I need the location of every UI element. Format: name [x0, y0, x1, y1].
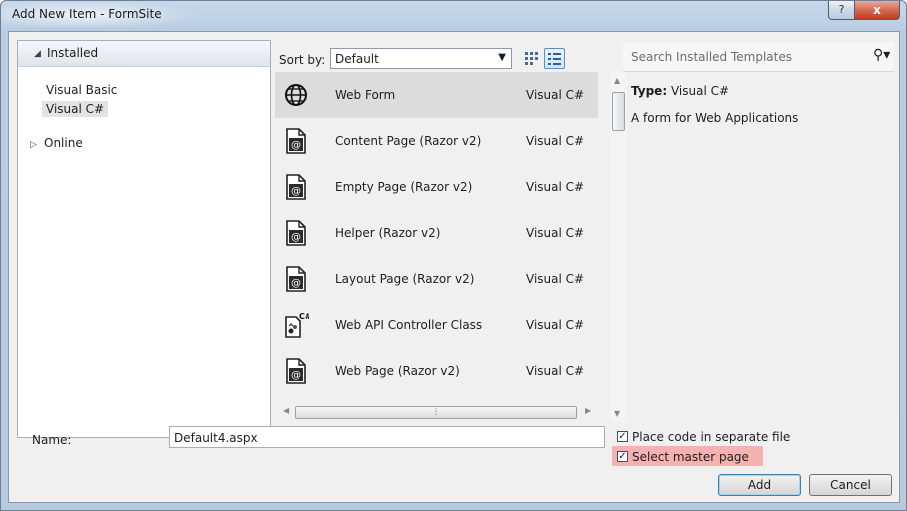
small-icons-view-button[interactable] — [521, 48, 542, 69]
place-code-checkbox[interactable]: ✓ — [617, 431, 628, 442]
search-templates-box[interactable]: Search Installed Templates ⚲▾ — [623, 42, 894, 72]
template-language: Visual C# — [526, 180, 585, 194]
dialog-body: ◢ Installed Visual Basic Visual C# ▷ Onl… — [8, 31, 900, 503]
template-name: Web API Controller Class — [335, 318, 483, 332]
sort-by-label: Sort by: — [279, 53, 326, 67]
master-page-checkbox[interactable]: ✓ — [617, 451, 628, 462]
name-label: Name: — [32, 433, 72, 447]
tree-node-installed[interactable]: ◢ Installed — [18, 41, 270, 67]
scroll-right-icon[interactable]: ▶ — [585, 406, 591, 415]
razor-page-icon: @ — [283, 265, 309, 293]
template-name: Content Page (Razor v2) — [335, 134, 482, 148]
tree-node-online[interactable]: Online — [44, 136, 83, 150]
master-page-label: Select master page — [632, 450, 749, 464]
template-language: Visual C# — [526, 318, 585, 332]
svg-text:@: @ — [291, 232, 301, 243]
razor-page-icon: @ — [283, 127, 309, 155]
template-row[interactable]: @ Web Page (Razor v2) Visual C# — [275, 348, 598, 394]
razor-page-icon: @ — [283, 173, 309, 201]
template-list: Web Form Visual C# @ Content Page (Razor v2… — [275, 72, 598, 422]
name-field-value: Default4.aspx — [174, 431, 258, 445]
template-row[interactable]: @ Empty Page (Razor v2) Visual C# — [275, 164, 598, 210]
template-name: Web Form — [335, 88, 396, 102]
template-category-tree: ◢ Installed Visual Basic Visual C# ▷ Onl… — [17, 40, 271, 438]
installed-label: Installed — [47, 46, 99, 60]
sort-by-value: Default — [335, 52, 379, 66]
template-name: Empty Page (Razor v2) — [335, 180, 473, 194]
help-button[interactable]: ? — [828, 1, 855, 20]
list-view-icon — [548, 53, 561, 65]
template-row[interactable]: @ Helper (Razor v2) Visual C# — [275, 210, 598, 256]
template-language: Visual C# — [526, 364, 585, 378]
template-name: Helper (Razor v2) — [335, 226, 441, 240]
template-name: Layout Page (Razor v2) — [335, 272, 475, 286]
add-button[interactable]: Add — [718, 474, 801, 496]
template-row[interactable]: @ Content Page (Razor v2) Visual C# — [275, 118, 598, 164]
template-language: Visual C# — [526, 88, 585, 102]
scroll-left-icon[interactable]: ◀ — [283, 406, 289, 415]
svg-text:@: @ — [291, 278, 301, 289]
scroll-thumb[interactable] — [612, 92, 625, 131]
search-placeholder: Search Installed Templates — [631, 50, 792, 64]
type-value: Visual C# — [670, 84, 730, 98]
web-form-icon — [283, 81, 309, 109]
tree-item-visual-basic[interactable]: Visual Basic — [46, 83, 117, 97]
collapsed-arrow-icon[interactable]: ▷ — [30, 140, 37, 150]
place-code-label: Place code in separate file — [632, 430, 791, 444]
template-row[interactable]: C# Web API Controller Class Visual C# — [275, 302, 598, 348]
csharp-class-icon: C# — [283, 311, 312, 339]
razor-page-icon: @ — [283, 357, 309, 385]
horizontal-scrollbar[interactable]: ◀ ⋮ ▶ — [275, 403, 598, 420]
template-type: Type: Visual C# — [631, 84, 729, 98]
template-language: Visual C# — [526, 272, 585, 286]
tree-item-visual-csharp[interactable]: Visual C# — [42, 101, 109, 117]
search-icon[interactable]: ⚲▾ — [873, 47, 890, 63]
svg-text:@: @ — [291, 186, 301, 197]
template-description: A form for Web Applications — [631, 111, 799, 125]
svg-text:@: @ — [291, 370, 301, 381]
add-new-item-dialog: Add New Item - FormSite ? x ◢ Installed … — [0, 0, 907, 511]
type-label: Type: — [631, 84, 668, 98]
window-title: Add New Item - FormSite — [12, 7, 162, 21]
horizontal-scroll-thumb[interactable]: ⋮ — [295, 406, 577, 419]
template-name: Web Page (Razor v2) — [335, 364, 460, 378]
template-language: Visual C# — [526, 226, 585, 240]
template-language: Visual C# — [526, 134, 585, 148]
razor-page-icon: @ — [283, 219, 309, 247]
grid-view-icon — [525, 52, 538, 65]
expanded-arrow-icon[interactable]: ◢ — [34, 49, 41, 59]
close-button[interactable]: x — [854, 1, 900, 20]
svg-text:C#: C# — [299, 312, 309, 321]
cancel-button[interactable]: Cancel — [809, 474, 892, 496]
template-row[interactable]: @ Layout Page (Razor v2) Visual C# — [275, 256, 598, 302]
title-bar: Add New Item - FormSite ? x — [1, 1, 906, 29]
svg-text:@: @ — [291, 140, 301, 151]
scroll-down-icon[interactable]: ▼ — [614, 409, 620, 418]
name-field[interactable]: Default4.aspx — [169, 426, 605, 448]
scroll-up-icon[interactable]: ▲ — [614, 76, 620, 85]
chevron-down-icon: ▼ — [498, 52, 506, 63]
template-row[interactable]: Web Form Visual C# — [275, 72, 598, 118]
sort-by-dropdown[interactable]: Default ▼ — [330, 48, 512, 69]
details-view-button[interactable] — [544, 48, 565, 69]
vertical-scrollbar[interactable]: ▲ ▼ — [610, 72, 627, 422]
